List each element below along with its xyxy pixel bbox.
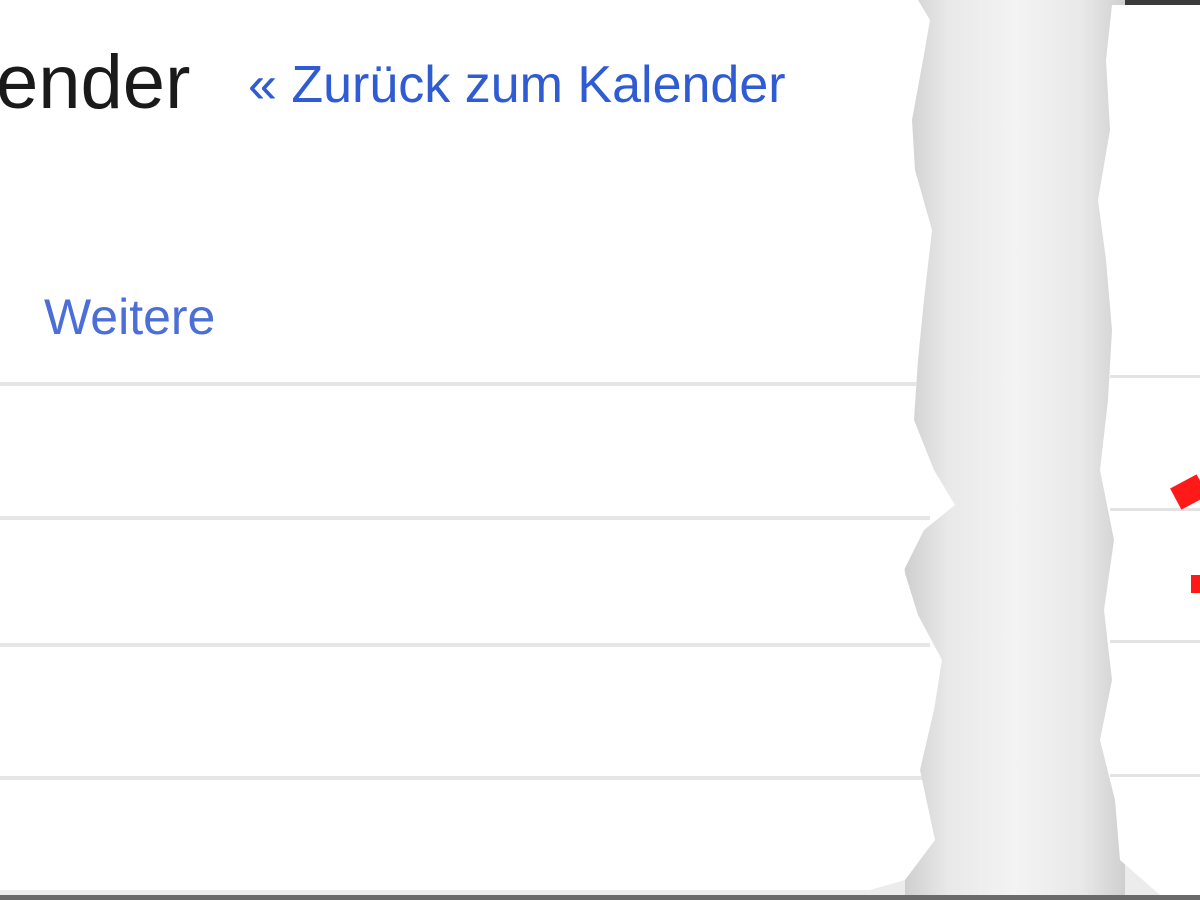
torn-screenshot: ender « Zurück zum Kalender Weitere xyxy=(0,0,1200,900)
row-divider xyxy=(1110,508,1200,511)
red-annotation-mark xyxy=(1170,474,1200,510)
window-bottom-border xyxy=(0,895,1200,900)
row-divider xyxy=(1110,375,1200,378)
row-divider xyxy=(0,776,930,780)
row-divider xyxy=(1110,640,1200,643)
more-tab-link[interactable]: Weitere xyxy=(44,282,215,352)
row-divider xyxy=(0,382,930,386)
row-divider xyxy=(0,516,930,520)
page-title: ender xyxy=(0,40,191,125)
back-to-calendar-link[interactable]: « Zurück zum Kalender xyxy=(248,50,786,120)
torn-gap-shadow xyxy=(905,0,1125,900)
row-divider xyxy=(0,643,930,647)
page-header: ender « Zurück zum Kalender xyxy=(0,28,930,138)
red-annotation-mark xyxy=(1191,575,1200,593)
row-divider xyxy=(1110,774,1200,777)
